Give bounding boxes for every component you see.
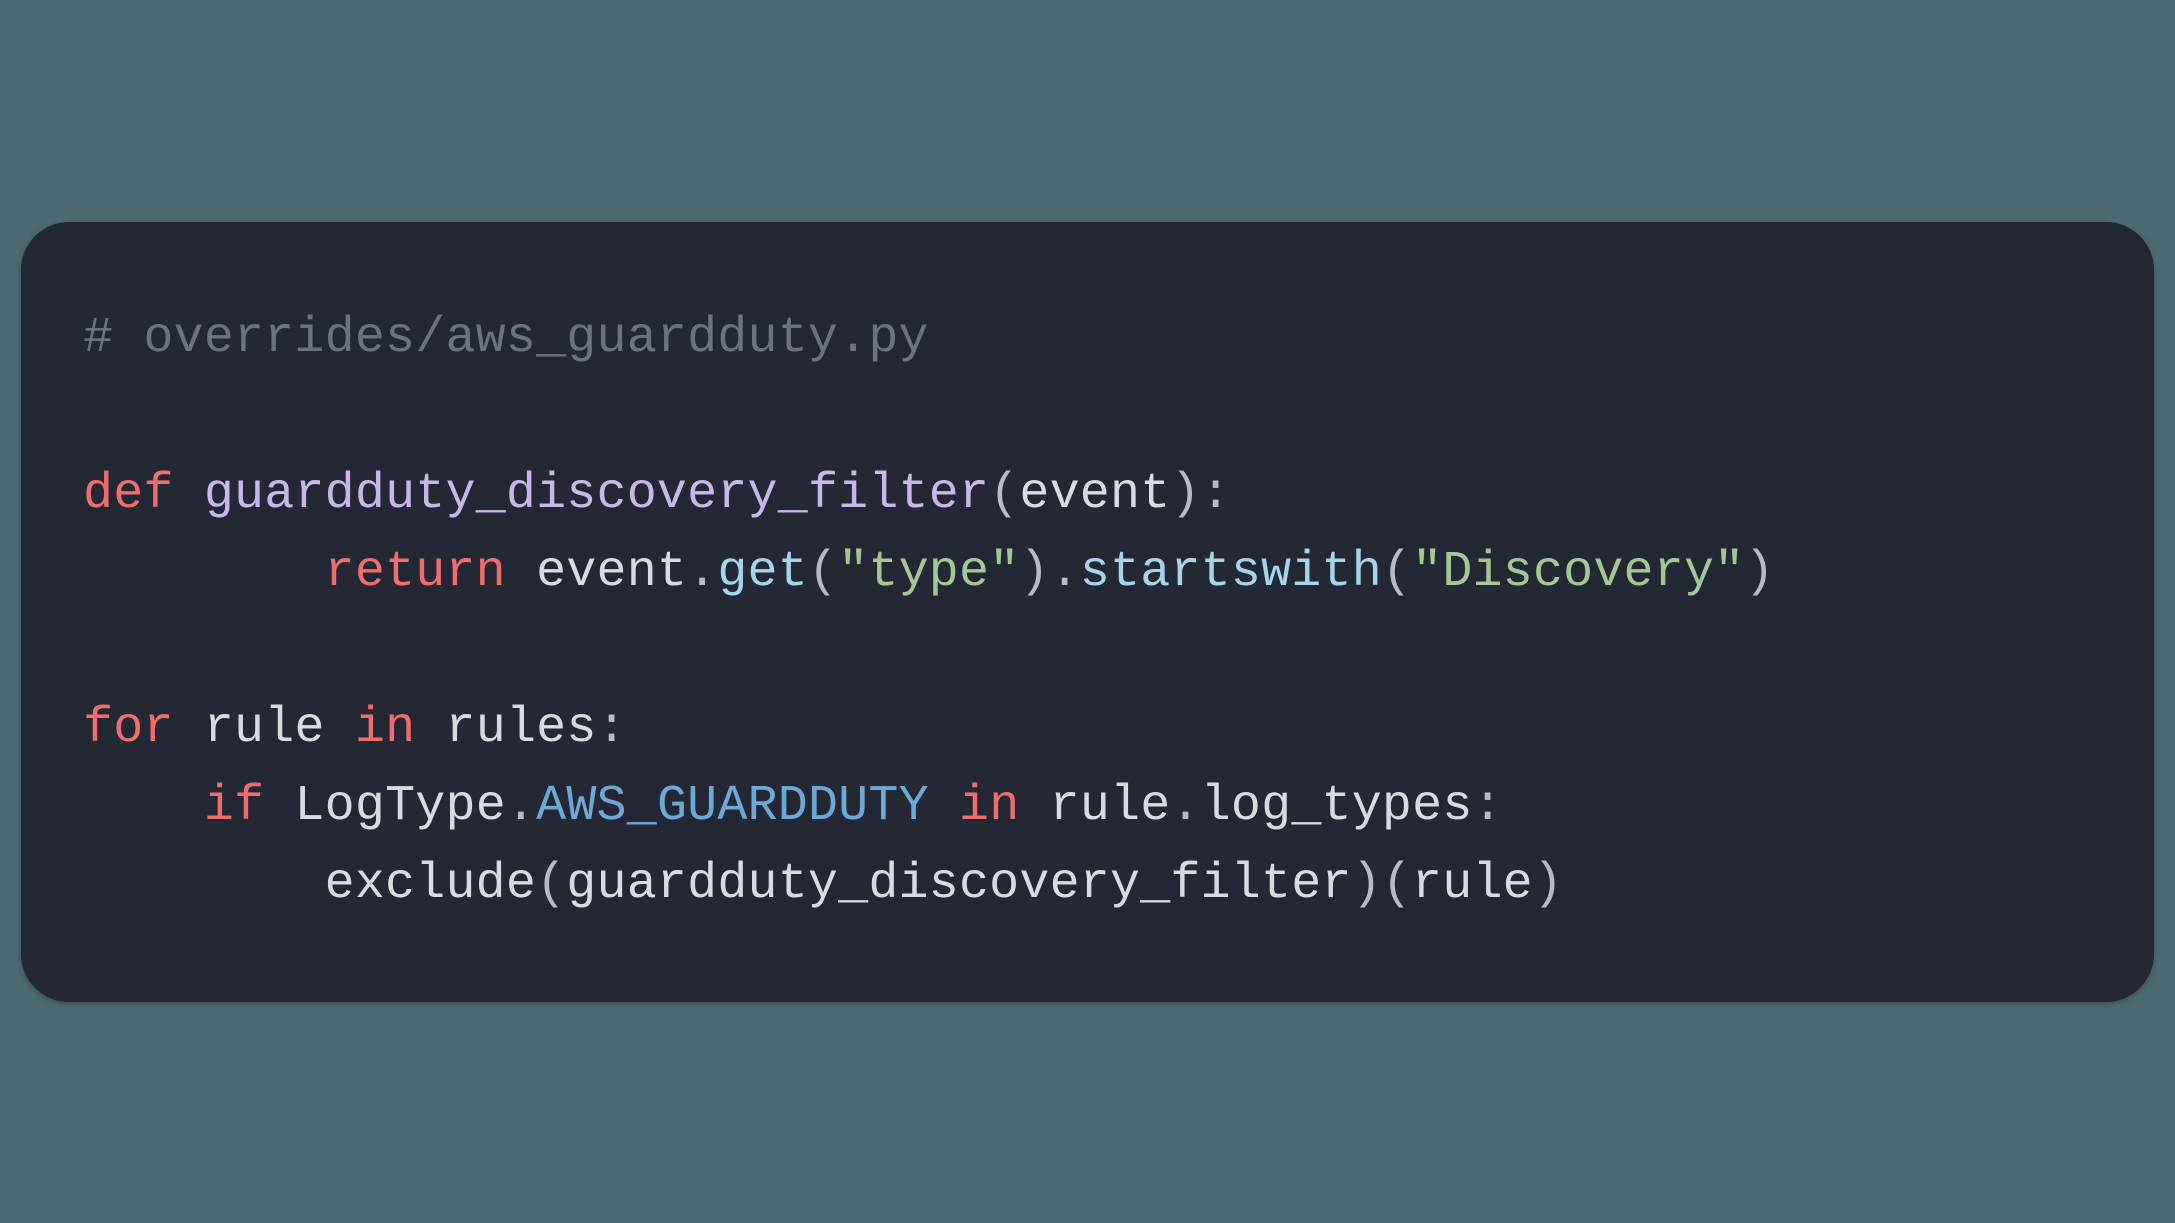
code-token: "Discovery" bbox=[1412, 544, 1744, 601]
code-line: # overrides/aws_guardduty.py bbox=[83, 310, 929, 367]
code-token bbox=[1019, 778, 1049, 835]
code-token: guardduty_discovery_filter bbox=[204, 466, 989, 523]
code-line: exclude(guardduty_discovery_filter)(rule… bbox=[83, 856, 1563, 913]
code-token bbox=[83, 622, 113, 679]
code-token: ( bbox=[808, 544, 838, 601]
code-line bbox=[83, 388, 113, 445]
code-token: in bbox=[355, 700, 415, 757]
code-token bbox=[83, 388, 113, 445]
code-token: exclude bbox=[325, 856, 536, 913]
canvas: # overrides/aws_guardduty.py def guarddu… bbox=[0, 0, 2175, 1223]
code-token: for bbox=[83, 700, 174, 757]
code-line: return event.get("type").startswith("Dis… bbox=[83, 544, 1775, 601]
code-token: : bbox=[1473, 778, 1503, 835]
code-token bbox=[83, 856, 325, 913]
code-token: ): bbox=[1170, 466, 1230, 523]
code-token: rule bbox=[1412, 856, 1533, 913]
code-token: . bbox=[1170, 778, 1200, 835]
code-token: get bbox=[717, 544, 808, 601]
code-token: rules bbox=[446, 700, 597, 757]
code-token: ( bbox=[536, 856, 566, 913]
code-token: def bbox=[83, 466, 174, 523]
code-token: guardduty_discovery_filter bbox=[566, 856, 1351, 913]
code-line bbox=[83, 622, 113, 679]
code-token: ) bbox=[1744, 544, 1774, 601]
code-token: return bbox=[325, 544, 506, 601]
code-token: startswith bbox=[1080, 544, 1382, 601]
code-token: ) bbox=[1533, 856, 1563, 913]
code-token: event bbox=[536, 544, 687, 601]
code-line: for rule in rules: bbox=[83, 700, 627, 757]
code-token bbox=[506, 544, 536, 601]
code-line: def guardduty_discovery_filter(event): bbox=[83, 466, 1231, 523]
code-token: # overrides/aws_guardduty.py bbox=[83, 310, 929, 367]
code-token bbox=[415, 700, 445, 757]
code-token bbox=[174, 700, 204, 757]
code-token bbox=[83, 544, 325, 601]
code-token: ( bbox=[989, 466, 1019, 523]
code-token: event bbox=[1019, 466, 1170, 523]
code-token: in bbox=[959, 778, 1019, 835]
code-token bbox=[325, 700, 355, 757]
code-token: if bbox=[204, 778, 264, 835]
code-card: # overrides/aws_guardduty.py def guarddu… bbox=[21, 222, 2154, 1002]
code-block: # overrides/aws_guardduty.py def guarddu… bbox=[83, 300, 2092, 924]
code-token: AWS_GUARDDUTY bbox=[536, 778, 929, 835]
code-token: "type" bbox=[838, 544, 1019, 601]
code-token: . bbox=[506, 778, 536, 835]
code-line: if LogType.AWS_GUARDDUTY in rule.log_typ… bbox=[83, 778, 1503, 835]
code-token: . bbox=[687, 544, 717, 601]
code-token: rule bbox=[1050, 778, 1171, 835]
code-token bbox=[264, 778, 294, 835]
code-token: )( bbox=[1352, 856, 1412, 913]
code-token: ( bbox=[1382, 544, 1412, 601]
code-token bbox=[83, 778, 204, 835]
code-token: rule bbox=[204, 700, 325, 757]
code-token: LogType bbox=[294, 778, 505, 835]
code-token: : bbox=[597, 700, 627, 757]
code-token: ). bbox=[1019, 544, 1079, 601]
code-token bbox=[174, 466, 204, 523]
code-token: log_types bbox=[1201, 778, 1473, 835]
code-token bbox=[929, 778, 959, 835]
